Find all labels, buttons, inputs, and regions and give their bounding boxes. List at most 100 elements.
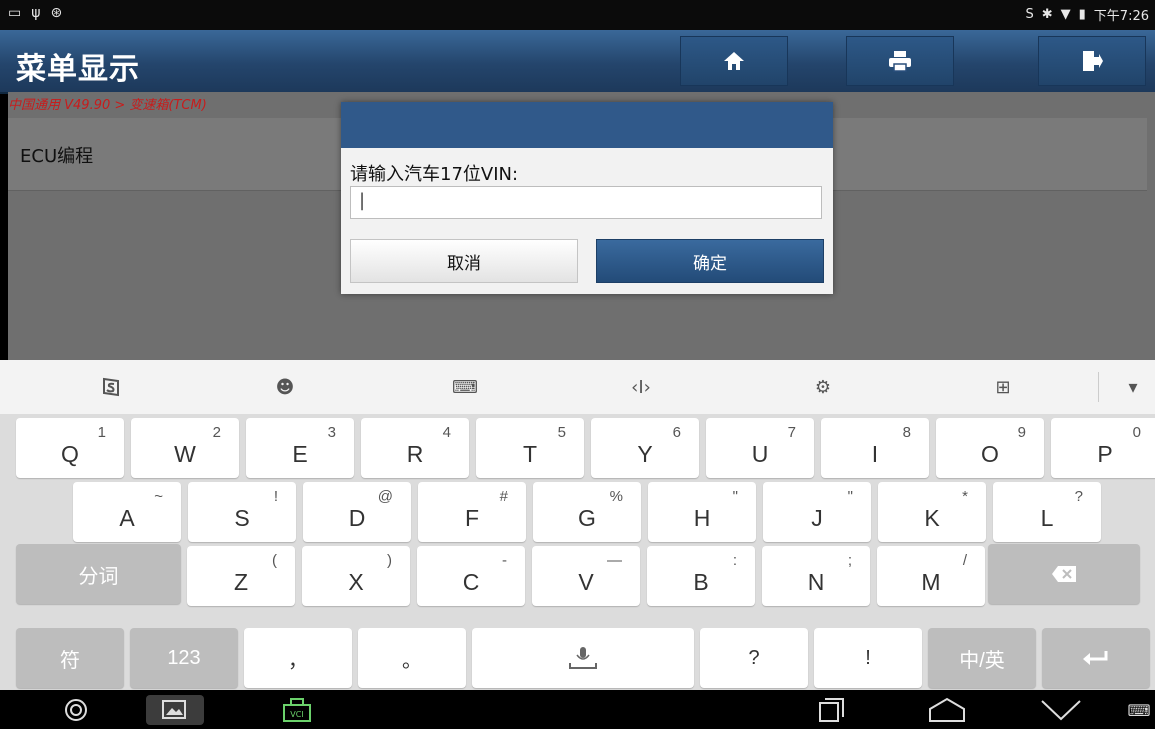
- key-s[interactable]: S!: [188, 482, 296, 542]
- key-letter: K: [924, 505, 940, 531]
- exit-button[interactable]: [1038, 36, 1146, 86]
- print-button[interactable]: [846, 36, 954, 86]
- key-letter: B: [693, 569, 709, 595]
- key-letter: N: [807, 569, 825, 595]
- key-p[interactable]: P0: [1051, 418, 1155, 478]
- key-letter: V: [578, 569, 594, 595]
- key-y[interactable]: Y6: [591, 418, 699, 478]
- key-secondary-symbol: *: [962, 488, 968, 505]
- key-u[interactable]: U7: [706, 418, 814, 478]
- recent-apps-icon[interactable]: [812, 695, 850, 725]
- backspace-key[interactable]: [988, 544, 1140, 604]
- ok-button[interactable]: 确定: [596, 239, 824, 283]
- key-n[interactable]: N;: [762, 546, 870, 606]
- bug-icon: ⊛: [50, 5, 63, 21]
- key-letter: X: [348, 569, 364, 595]
- key-o[interactable]: O9: [936, 418, 1044, 478]
- back-icon[interactable]: [1038, 695, 1084, 725]
- home-nav-icon[interactable]: [924, 695, 970, 725]
- vin-input-dialog: 请输入汽车17位VIN: | 取消 确定: [341, 102, 833, 294]
- screenshot-icon: ▭: [8, 5, 22, 21]
- cancel-button[interactable]: 取消: [350, 239, 578, 283]
- keyboard-switch-icon[interactable]: ⊞: [988, 372, 1018, 402]
- key-h[interactable]: H ": [648, 482, 756, 542]
- key-g[interactable]: G%: [533, 482, 641, 542]
- key-secondary-symbol: @: [377, 488, 393, 505]
- keyboard-indicator-icon: ⌨: [1127, 700, 1151, 720]
- soft-keyboard: Q1W2E3R4T5Y6U7I8O9P0 A ~ S! D @ F # G% H " J " K * L? …: [0, 414, 1155, 690]
- key-t[interactable]: T5: [476, 418, 584, 478]
- print-icon: [889, 51, 911, 72]
- key-lang-switch[interactable]: 中/英: [928, 628, 1036, 688]
- key-b[interactable]: B:: [647, 546, 755, 606]
- key-e[interactable]: E3: [246, 418, 354, 478]
- bluetooth-icon: ✱: [1041, 7, 1053, 22]
- key-letter: Z: [233, 569, 249, 595]
- collapse-keyboard-icon[interactable]: ▾: [1118, 372, 1148, 402]
- key-secondary-symbol: 5: [557, 424, 566, 441]
- key-fenci[interactable]: 分词: [16, 544, 181, 604]
- key-l[interactable]: L?: [993, 482, 1101, 542]
- key-r[interactable]: R4: [361, 418, 469, 478]
- home-button[interactable]: [680, 36, 788, 86]
- keyboard-icon[interactable]: ⌨: [450, 372, 480, 402]
- key-secondary-symbol: (: [272, 552, 277, 569]
- key-letter: U: [751, 441, 769, 467]
- key-letter: G: [578, 505, 596, 531]
- key-secondary-symbol: ?: [1074, 488, 1083, 505]
- key-v[interactable]: V —: [532, 546, 640, 606]
- key-exclaim[interactable]: !: [814, 628, 922, 688]
- status-bar: ▭ ψ ⊛ S ✱ ▼ ▮ 下午7:26: [0, 0, 1155, 30]
- key-letter: C: [462, 569, 480, 595]
- wifi-icon: ▼: [1060, 7, 1071, 22]
- key-q[interactable]: Q1: [16, 418, 124, 478]
- key-question[interactable]: ?: [700, 628, 808, 688]
- key-secondary-symbol: :: [732, 552, 737, 569]
- key-i[interactable]: I8: [821, 418, 929, 478]
- vci-icon[interactable]: VCI: [278, 695, 316, 725]
- key-m[interactable]: M /: [877, 546, 985, 606]
- enter-key[interactable]: [1042, 628, 1150, 688]
- key-secondary-symbol: 7: [787, 424, 796, 441]
- sogou-logo-icon[interactable]: [96, 372, 126, 402]
- key-k[interactable]: K *: [878, 482, 986, 542]
- key-symbols[interactable]: 符: [16, 628, 124, 688]
- key-x[interactable]: X): [302, 546, 410, 606]
- key-a[interactable]: A ~: [73, 482, 181, 542]
- menu-item-label: ECU编程: [20, 146, 94, 167]
- key-letter: L: [1040, 505, 1054, 531]
- exit-icon: [1083, 51, 1103, 71]
- cursor-move-icon[interactable]: ‹I›: [626, 372, 656, 402]
- microphone-icon: [569, 647, 597, 669]
- key-w[interactable]: W2: [131, 418, 239, 478]
- key-secondary-symbol: 0: [1132, 424, 1141, 441]
- key-secondary-symbol: 8: [902, 424, 911, 441]
- title-bar: 菜单显示: [0, 30, 1155, 94]
- sogou-icon: S: [1025, 7, 1034, 22]
- key-secondary-symbol: ": [732, 488, 738, 505]
- vin-input[interactable]: |: [350, 186, 822, 219]
- backspace-icon: [1052, 566, 1076, 582]
- key-letter: A: [119, 505, 135, 531]
- key-letter: P: [1097, 441, 1113, 467]
- key-secondary-symbol: 3: [327, 424, 336, 441]
- key-d[interactable]: D @: [303, 482, 411, 542]
- key-j[interactable]: J ": [763, 482, 871, 542]
- key-period[interactable]: 。: [358, 628, 466, 688]
- key-space-voice[interactable]: [472, 628, 694, 688]
- key-secondary-symbol: !: [273, 488, 278, 505]
- key-secondary-symbol: —: [607, 552, 622, 569]
- key-secondary-symbol: 9: [1017, 424, 1026, 441]
- key-secondary-symbol: #: [499, 488, 508, 505]
- gallery-icon[interactable]: [146, 695, 204, 725]
- key-123[interactable]: 123: [130, 628, 238, 688]
- key-z[interactable]: Z(: [187, 546, 295, 606]
- browser-icon[interactable]: [58, 695, 94, 725]
- settings-icon[interactable]: ⚙: [808, 372, 838, 402]
- key-secondary-symbol: ): [387, 552, 392, 569]
- emoji-icon[interactable]: ☻: [270, 372, 300, 402]
- key-letter: Q: [61, 441, 79, 467]
- key-c[interactable]: C-: [417, 546, 525, 606]
- key-f[interactable]: F #: [418, 482, 526, 542]
- key-comma[interactable]: ，: [244, 628, 352, 688]
